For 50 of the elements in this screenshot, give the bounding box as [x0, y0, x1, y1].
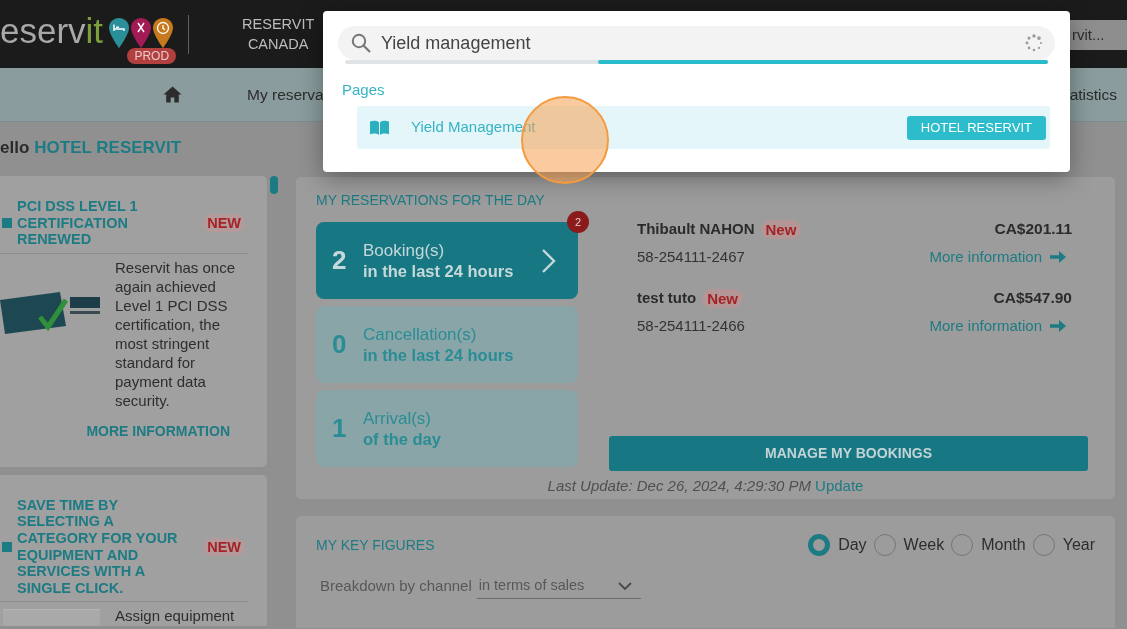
section-title: MY KEY FIGURES: [316, 537, 435, 553]
nav-link[interactable]: atistics: [1069, 82, 1117, 107]
search-field[interactable]: Yield management: [338, 26, 1055, 60]
section-label: Pages: [342, 81, 386, 99]
period-radio[interactable]: Week: [873, 533, 945, 557]
manage-bookings-button[interactable]: MANAGE MY BOOKINGS: [609, 436, 1088, 471]
booking-number: 58-254111-2467: [637, 246, 745, 267]
greeting-text: ello: [0, 138, 30, 157]
logo-wordmark: eservit: [0, 11, 104, 51]
period-radio[interactable]: Year: [1032, 533, 1095, 557]
new-badge: NEW: [203, 537, 245, 556]
news-text: Assign equipment: [115, 606, 236, 627]
account-name: RESERVIT CANADA: [242, 15, 315, 54]
chevron-down-icon: [617, 581, 632, 590]
booking-amount: CA$547.90: [993, 288, 1072, 309]
guest-name: Thibault NAHON: [637, 218, 755, 239]
status-badge: New: [702, 288, 743, 308]
booking-number: 58-254111-2466: [637, 315, 745, 336]
home-icon[interactable]: [163, 86, 182, 103]
news-text: Reservit has once again achieved Level 1 PCI DSS certification, the most stringent standard for payment data security.: [115, 257, 237, 410]
period-radio[interactable]: Day: [808, 533, 867, 557]
search-input[interactable]: Yield management: [381, 31, 1015, 55]
status-badge: New: [760, 219, 802, 239]
news-title: SAVE TIME BY SELECTING A CATEGORY FOR YOUR EQUIPMENT AND SERVICES WITH A SINGLE CLICK.: [17, 496, 179, 597]
hotel-name: HOTEL RESERVIT: [34, 138, 182, 157]
new-badge: NEW: [203, 213, 245, 232]
guest-name: test tuto: [637, 287, 697, 308]
period-radio[interactable]: Month: [951, 533, 1026, 557]
chevron-right-icon: [541, 247, 556, 274]
last-update-text: Last Update: Dec 26, 2024, 4:29:30 PM: [547, 477, 812, 494]
square-bullet-icon: [2, 541, 12, 552]
hotel-select[interactable]: rvit...: [1070, 20, 1127, 50]
news-title: PCI DSS LEVEL 1 CERTIFICATION RENEWED: [17, 198, 139, 248]
environment-badge: PROD: [127, 48, 177, 64]
arrow-right-icon: [1050, 251, 1066, 263]
search-icon: [351, 33, 371, 53]
booking-amount: CA$201.11: [994, 219, 1072, 240]
count-badge: 2: [567, 211, 589, 233]
nav-link[interactable]: My reserva: [247, 82, 324, 107]
bed-pin-icon: [109, 18, 130, 48]
arrow-right-icon: [1050, 320, 1066, 332]
scrollbar-thumb[interactable]: [270, 176, 278, 194]
section-title: MY RESERVATIONS FOR THE DAY: [316, 192, 546, 208]
hotel-tag: HOTEL RESERVIT: [906, 115, 1046, 140]
channel-select[interactable]: in terms of sales: [476, 573, 641, 599]
clock-pin-icon: [153, 18, 174, 48]
pin-icon: [131, 18, 152, 48]
square-bullet-icon: [2, 217, 12, 228]
breakdown-label: Breakdown by channel: [320, 575, 472, 596]
book-icon: [370, 120, 389, 135]
